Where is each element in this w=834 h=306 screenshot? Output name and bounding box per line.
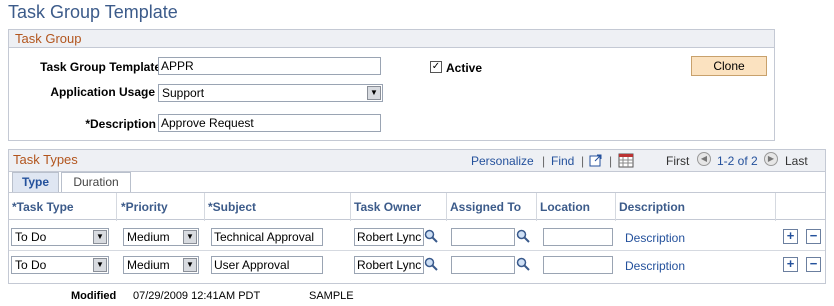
chevron-down-icon: ▼ (93, 230, 107, 244)
chevron-down-icon: ▼ (93, 258, 107, 272)
assigned-to-field[interactable] (451, 228, 515, 246)
previous-icon[interactable]: ◀ (697, 152, 711, 166)
download-grid-icon[interactable] (618, 153, 634, 168)
task-types-title: Task Types (13, 152, 78, 167)
tab-duration[interactable]: Duration (61, 172, 131, 192)
column-subject[interactable]: *Subject (208, 200, 256, 214)
chevron-down-icon: ▼ (183, 258, 197, 272)
subject-field[interactable] (211, 228, 323, 246)
task-group-panel: Task Group Task Group Template ✓ Active … (8, 29, 775, 141)
task-owner-field[interactable] (354, 228, 424, 246)
page-title: Task Group Template (8, 2, 178, 22)
task-type-select[interactable]: To Do ▼ (11, 256, 109, 274)
task-group-template-field[interactable] (158, 57, 381, 75)
delete-row-button[interactable]: − (806, 229, 821, 244)
location-field[interactable] (543, 228, 613, 246)
personalize-link[interactable]: Personalize (471, 154, 534, 168)
lookup-icon[interactable] (516, 229, 530, 243)
description-link[interactable]: Description (625, 231, 685, 245)
lookup-icon[interactable] (516, 257, 530, 271)
column-header-row: *Task Type *Priority *Subject Task Owner… (9, 192, 825, 221)
application-usage-label: Application Usage (50, 85, 155, 99)
active-label: Active (446, 61, 483, 75)
task-types-grid: Task Types Personalize | Find | | First … (8, 149, 826, 284)
next-icon[interactable]: ▶ (764, 152, 778, 166)
add-row-button[interactable]: + (783, 229, 798, 244)
find-link[interactable]: Find (551, 154, 574, 168)
column-description[interactable]: Description (619, 200, 685, 214)
column-task-owner[interactable]: Task Owner (354, 200, 421, 214)
add-row-button[interactable]: + (783, 257, 798, 272)
modified-value: 07/29/2009 12:41AM PDT (133, 290, 261, 302)
task-types-header: Task Types Personalize | Find | | First … (9, 150, 825, 172)
column-task-type[interactable]: *Task Type (12, 200, 74, 214)
description-field[interactable] (158, 114, 381, 132)
description-label: *Description (85, 117, 156, 131)
row-range: 1-2 of 2 (717, 154, 758, 168)
last-label: Last (785, 154, 808, 168)
modified-by: SAMPLE (309, 290, 354, 302)
lookup-icon[interactable] (424, 257, 438, 271)
column-priority[interactable]: *Priority (121, 200, 168, 214)
subject-field[interactable] (211, 256, 323, 274)
view-all-icon[interactable] (589, 153, 603, 167)
column-assigned-to[interactable]: Assigned To (450, 200, 521, 214)
task-group-header: Task Group (9, 30, 774, 48)
lookup-icon[interactable] (424, 229, 438, 243)
application-usage-value: Support (162, 86, 205, 100)
task-owner-field[interactable] (354, 256, 424, 274)
first-label: First (666, 154, 690, 168)
clone-button[interactable]: Clone (691, 56, 767, 76)
modified-label: Modified (71, 290, 117, 302)
description-link[interactable]: Description (625, 259, 685, 273)
chevron-down-icon: ▼ (183, 230, 197, 244)
column-location[interactable]: Location (540, 200, 590, 214)
task-type-select[interactable]: To Do ▼ (11, 228, 109, 246)
location-field[interactable] (543, 256, 613, 274)
priority-select[interactable]: Medium ▼ (123, 256, 199, 274)
active-checkbox[interactable]: ✓ (430, 61, 442, 73)
task-group-template-label: Task Group Template (40, 60, 161, 74)
chevron-down-icon: ▼ (367, 86, 381, 100)
delete-row-button[interactable]: − (806, 257, 821, 272)
priority-select[interactable]: Medium ▼ (123, 228, 199, 246)
assigned-to-field[interactable] (451, 256, 515, 274)
tab-type[interactable]: Type (12, 172, 59, 192)
application-usage-select[interactable]: Support ▼ (158, 84, 383, 102)
